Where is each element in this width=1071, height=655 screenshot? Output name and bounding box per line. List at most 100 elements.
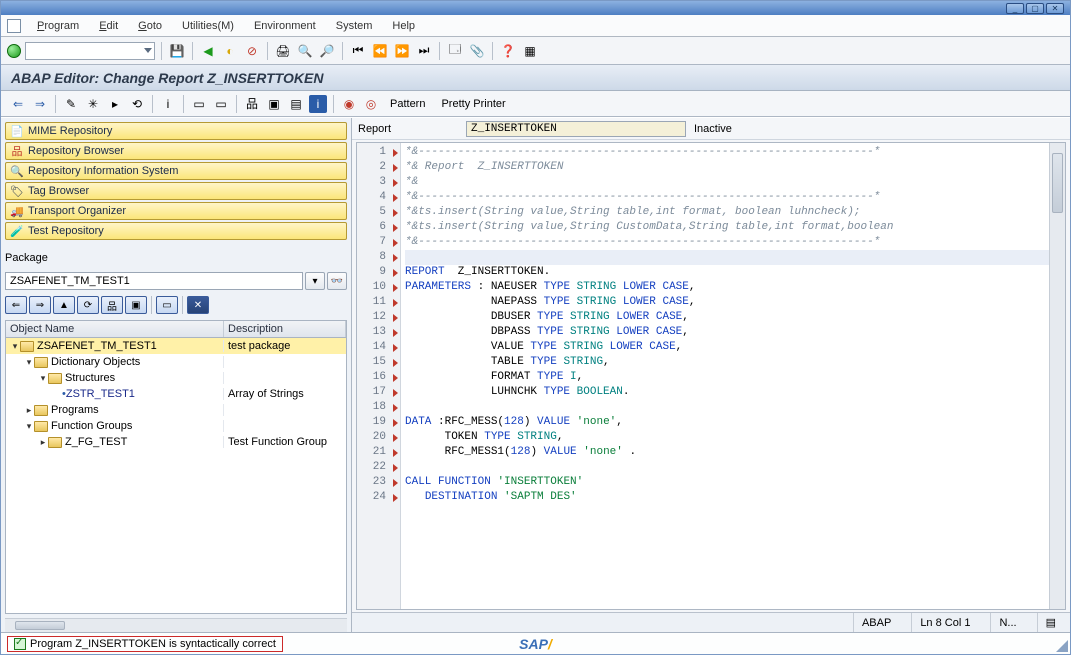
nav-back-icon[interactable]: ⇐ <box>9 95 27 113</box>
new-session-icon[interactable]: 🗔 <box>446 42 464 60</box>
line-gutter[interactable]: 123456789101112131415161718192021222324 <box>357 143 401 609</box>
tree-row[interactable]: ▾Dictionary Objects <box>6 354 346 370</box>
package-dropdown-button[interactable]: ▾ <box>305 272 325 290</box>
mime-repository-button[interactable]: 📄MIME Repository <box>5 122 347 140</box>
test-repository-button[interactable]: 🧪Test Repository <box>5 222 347 240</box>
package-row: ▾ 👓 <box>5 272 347 290</box>
menu-goto[interactable]: Goto <box>128 20 172 32</box>
display-object-icon[interactable]: i <box>159 95 177 113</box>
tree-row[interactable]: ▸Programs <box>6 402 346 418</box>
scroll-thumb[interactable] <box>1052 153 1063 213</box>
resize-grip-icon[interactable] <box>1056 640 1068 652</box>
tree-desc: test package <box>224 340 346 352</box>
save-icon[interactable]: 💾 <box>168 42 186 60</box>
nav-close-icon[interactable]: ✕ <box>187 296 209 314</box>
tree-row[interactable]: ▸Z_FG_TESTTest Function Group <box>6 434 346 450</box>
col-description[interactable]: Description <box>224 321 346 337</box>
expand-icon[interactable]: ▾ <box>38 373 48 384</box>
repository-infosys-button[interactable]: 🔍Repository Information System <box>5 162 347 180</box>
nav-display-icon[interactable]: ▭ <box>156 296 178 314</box>
nav-prev-icon[interactable]: ⇐ <box>5 296 27 314</box>
package-input[interactable] <box>5 272 303 290</box>
set-breakpoint-icon[interactable]: ◉ <box>340 95 358 113</box>
object-tree: Object Name Description ▾ZSAFENET_TM_TES… <box>5 320 347 614</box>
info-icon[interactable]: i <box>309 95 327 113</box>
transport-organizer-button[interactable]: 🚚Transport Organizer <box>5 202 347 220</box>
tree-row[interactable]: • ZSTR_TEST1Array of Strings <box>6 386 346 402</box>
expand-icon[interactable]: ▸ <box>38 437 48 448</box>
next-page-icon[interactable]: ⏩ <box>393 42 411 60</box>
menu-environment[interactable]: Environment <box>244 20 326 32</box>
menu-help[interactable]: Help <box>382 20 425 32</box>
shortcut-icon[interactable]: 📎 <box>468 42 486 60</box>
enhance-icon[interactable]: ▭ <box>212 95 230 113</box>
editor-statusbar: ABAP Ln 8 Col 1 N... ▤ <box>352 612 1070 632</box>
tree-label: Function Groups <box>51 420 132 432</box>
tree-row[interactable]: ▾ Function Groups <box>6 418 346 434</box>
document-icon <box>7 19 21 33</box>
variant-icon[interactable]: ▤ <box>287 95 305 113</box>
activate-icon[interactable]: ✳ <box>84 95 102 113</box>
layout-icon[interactable]: ▦ <box>521 42 539 60</box>
truck-icon: 🚚 <box>10 204 24 218</box>
find-next-icon[interactable]: 🔎 <box>318 42 336 60</box>
nav-tree-icon[interactable]: 品 <box>101 296 123 314</box>
command-field[interactable] <box>25 42 155 60</box>
minimize-button[interactable]: _ <box>1006 3 1024 14</box>
report-name-field[interactable]: Z_INSERTTOKEN <box>466 121 686 137</box>
nav-up-icon[interactable]: ▲ <box>53 296 75 314</box>
breakpoint-icon[interactable]: ▣ <box>265 95 283 113</box>
close-button[interactable]: ✕ <box>1046 3 1064 14</box>
cancel-icon[interactable]: ⊘ <box>243 42 261 60</box>
menu-program[interactable]: PProgramrogram <box>27 20 89 32</box>
object-tree-body[interactable]: ▾ZSAFENET_TM_TEST1test package▾Dictionar… <box>6 338 346 613</box>
hierarchy-icon[interactable]: 品 <box>243 95 261 113</box>
pattern-button[interactable]: Pattern <box>384 98 431 110</box>
expand-icon[interactable]: ▾ <box>24 357 34 368</box>
last-page-icon[interactable]: ⏭ <box>415 42 433 60</box>
tree-hscroll[interactable] <box>5 618 347 632</box>
display-button[interactable]: 👓 <box>327 272 347 290</box>
expand-icon[interactable]: ▾ <box>10 341 20 352</box>
col-object-name[interactable]: Object Name <box>6 321 224 337</box>
vscrollbar[interactable] <box>1049 143 1065 609</box>
delete-breakpoint-icon[interactable]: ◎ <box>362 95 380 113</box>
check-ok-icon <box>14 638 26 650</box>
enter-icon[interactable] <box>7 44 21 58</box>
menu-edit[interactable]: Edit <box>89 20 128 32</box>
nav-refresh-icon[interactable]: ⟳ <box>77 296 99 314</box>
tree-row[interactable]: ▾Structures <box>6 370 346 386</box>
code-area[interactable]: *&--------------------------------------… <box>401 143 1049 609</box>
test-icon[interactable]: ▸ <box>106 95 124 113</box>
find-icon[interactable]: 🔍 <box>296 42 314 60</box>
code-editor[interactable]: 123456789101112131415161718192021222324 … <box>356 142 1066 610</box>
pretty-printer-button[interactable]: Pretty Printer <box>435 98 511 110</box>
where-used-icon[interactable]: ⟲ <box>128 95 146 113</box>
other-object-icon[interactable]: ▭ <box>190 95 208 113</box>
status-extra-icon[interactable]: ▤ <box>1037 613 1064 632</box>
exit-icon[interactable]: ◐ <box>221 42 239 60</box>
editor-pane: Report Z_INSERTTOKEN Inactive 1234567891… <box>351 118 1070 632</box>
menu-system[interactable]: System <box>326 20 383 32</box>
back-icon[interactable]: ◀ <box>199 42 217 60</box>
navigation-pane: 📄MIME Repository 品Repository Browser 🔍Re… <box>1 118 351 632</box>
first-page-icon[interactable]: ⏮ <box>349 42 367 60</box>
hierarchy-icon: 品 <box>10 144 24 158</box>
tag-browser-button[interactable]: 🏷Tag Browser <box>5 182 347 200</box>
folder-icon <box>34 421 48 432</box>
expand-icon[interactable]: ▾ <box>24 421 34 432</box>
prev-page-icon[interactable]: ⏪ <box>371 42 389 60</box>
nav-forward-icon[interactable]: ⇒ <box>31 95 49 113</box>
check-icon[interactable]: ✎ <box>62 95 80 113</box>
maximize-button[interactable]: ▢ <box>1026 3 1044 14</box>
print-icon[interactable]: 🖨 <box>274 42 292 60</box>
nav-collapse-icon[interactable]: ▣ <box>125 296 147 314</box>
nav-next-icon[interactable]: ⇒ <box>29 296 51 314</box>
tree-label: ZSAFENET_TM_TEST1 <box>37 340 157 352</box>
tree-label: Z_FG_TEST <box>65 436 127 448</box>
repository-browser-button[interactable]: 品Repository Browser <box>5 142 347 160</box>
expand-icon[interactable]: ▸ <box>24 405 34 416</box>
help-icon[interactable]: ❓ <box>499 42 517 60</box>
tree-row[interactable]: ▾ ZSAFENET_TM_TEST1 test package <box>6 338 346 354</box>
menu-utilities[interactable]: Utilities(M) <box>172 20 244 32</box>
